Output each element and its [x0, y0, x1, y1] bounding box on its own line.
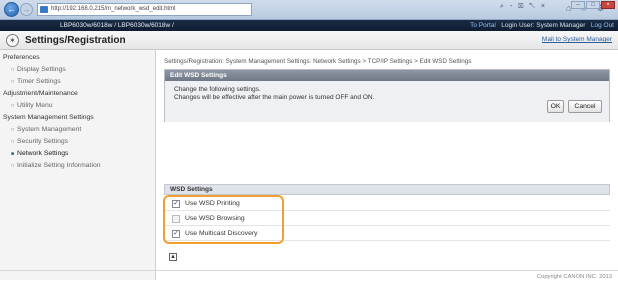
instruction-text: Change the following settings.	[174, 86, 261, 93]
sidebar-item-security-settings[interactable]: Security Settings	[11, 138, 68, 145]
sidebar-item-initialize-setting-information[interactable]: Initialize Setting Information	[11, 162, 101, 169]
sidebar-item-system-management-settings[interactable]: System Management Settings	[3, 114, 94, 121]
breadcrumb: Settings/Registration: System Management…	[164, 58, 472, 65]
window-controls: – □ ×	[571, 1, 615, 9]
sidebar-item-network-settings[interactable]: Network Settings	[11, 150, 68, 157]
cancel-button[interactable]: Cancel	[568, 100, 602, 113]
portal-link[interactable]: To Portal	[470, 22, 496, 29]
power-note-text: Changes will be effective after the main…	[174, 94, 375, 101]
title-bar: ✶ Settings/Registration Mail to System M…	[0, 31, 618, 50]
wsd-settings-header: WSD Settings	[164, 184, 610, 195]
user-area: To Portal Login User: System Manager Log…	[470, 20, 614, 31]
page-title: Settings/Registration	[25, 35, 126, 46]
sidebar-item-adjustment-maintenance[interactable]: Adjustment/Maintenance	[3, 90, 78, 97]
address-url: http://192.168.0.215/m_network_wsd_edit.…	[51, 6, 176, 12]
minimize-icon[interactable]: –	[571, 1, 585, 9]
page-top-icon[interactable]: ▲	[169, 253, 177, 261]
mail-to-manager-link[interactable]: Mail to System Manager	[542, 36, 612, 43]
sidebar-item-display-settings[interactable]: Display Settings	[11, 66, 66, 73]
browser-toolbar: ← → http://192.168.0.215/m_network_wsd_e…	[0, 0, 618, 20]
highlight-callout	[163, 195, 284, 244]
logout-link[interactable]: Log Out	[591, 22, 614, 29]
sidebar: Preferences Display Settings Timer Setti…	[0, 50, 156, 280]
page-favicon-icon	[40, 6, 48, 13]
maximize-icon[interactable]: □	[586, 1, 600, 9]
sidebar-item-timer-settings[interactable]: Timer Settings	[11, 78, 61, 85]
edit-wsd-panel: Edit WSD Settings Change the following s…	[164, 69, 610, 122]
device-name: LBP6030w/6018w / LBP6030w/6018w /	[60, 22, 174, 29]
sidebar-item-utility-menu[interactable]: Utility Menu	[11, 102, 53, 109]
sidebar-item-preferences[interactable]: Preferences	[3, 54, 40, 61]
login-user: Login User: System Manager	[501, 22, 586, 29]
copyright: Copyright CANON INC. 2013	[536, 274, 612, 280]
address-bar[interactable]: http://192.168.0.215/m_network_wsd_edit.…	[37, 3, 252, 16]
address-tools[interactable]: ⌕ - ☒ ↖ ×	[500, 3, 547, 11]
back-arrow-icon[interactable]: ←	[4, 2, 19, 17]
edit-wsd-title: Edit WSD Settings	[165, 70, 609, 81]
forward-arrow-icon[interactable]: →	[20, 3, 33, 16]
close-icon[interactable]: ×	[601, 1, 615, 9]
sidebar-item-system-management[interactable]: System Management	[11, 126, 81, 133]
edit-wsd-body: Change the following settings. Changes w…	[165, 81, 609, 122]
device-bar: LBP6030w/6018w / LBP6030w/6018w / To Por…	[0, 20, 618, 31]
settings-gear-icon: ✶	[6, 34, 19, 47]
footer-divider	[0, 270, 618, 271]
ok-button[interactable]: OK	[547, 100, 564, 113]
